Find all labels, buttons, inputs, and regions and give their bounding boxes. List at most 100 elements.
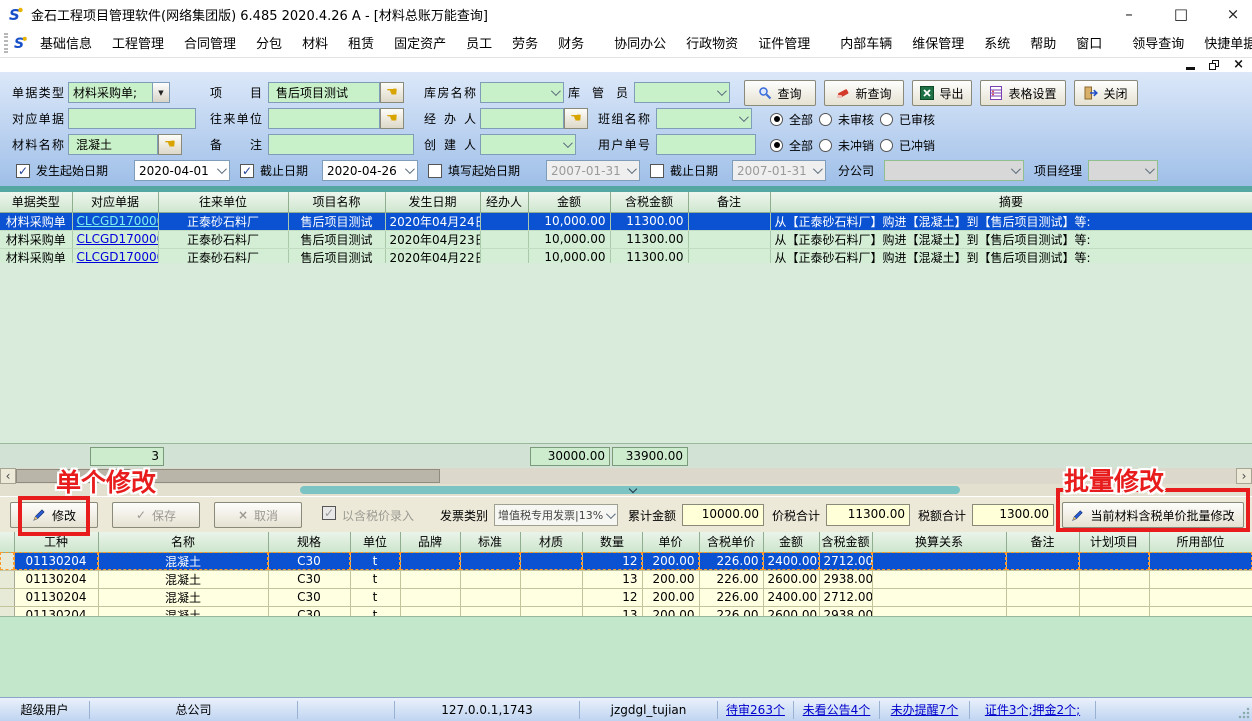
chevron-down-icon[interactable] bbox=[627, 164, 637, 174]
radio-not-writtenoff[interactable] bbox=[819, 139, 832, 152]
chevron-down-icon[interactable] bbox=[813, 164, 823, 174]
menu-item-admin-supplies[interactable]: 行政物资 bbox=[677, 29, 747, 56]
radio-writtenoff[interactable] bbox=[880, 139, 893, 152]
project-picker-button[interactable]: ☚ bbox=[380, 82, 404, 103]
fill-end-date[interactable]: 2007-01-31 bbox=[732, 160, 826, 181]
counterparty-field[interactable] bbox=[268, 108, 380, 129]
scroll-right-icon[interactable]: › bbox=[1236, 468, 1252, 484]
counterparty-input[interactable] bbox=[273, 109, 379, 128]
col-tax-amount[interactable]: 含税金额 bbox=[610, 192, 688, 212]
user-doc-no-field[interactable] bbox=[656, 134, 756, 155]
maximize-icon[interactable]: □ bbox=[1172, 5, 1190, 23]
invoice-type-select[interactable]: 增值税专用发票|13% bbox=[494, 504, 618, 526]
splitter-handle[interactable] bbox=[300, 486, 960, 494]
menu-item-lease[interactable]: 租赁 bbox=[339, 29, 383, 56]
agent-picker-button[interactable]: ☚ bbox=[564, 108, 588, 129]
close-icon[interactable]: × bbox=[1224, 5, 1242, 23]
menu-item-system[interactable]: 系统 bbox=[975, 29, 1019, 56]
close-panel-button[interactable]: 关闭 bbox=[1074, 80, 1138, 106]
occur-end-date[interactable]: 2020-04-26 bbox=[322, 160, 418, 181]
certificates-deposits-link[interactable]: 证件3个;押金2个; bbox=[985, 703, 1080, 717]
fill-start-checkbox[interactable]: ✓ bbox=[428, 164, 442, 178]
project-manager-combo[interactable] bbox=[1088, 160, 1158, 181]
doc-type-combo[interactable]: 材料采购单; ▼ bbox=[68, 82, 170, 103]
new-query-button[interactable]: 新查询 bbox=[824, 80, 904, 106]
creator-combo[interactable] bbox=[480, 134, 576, 155]
menu-item-labor[interactable]: 劳务 bbox=[503, 29, 547, 56]
warehouse-keeper-combo[interactable] bbox=[634, 82, 730, 103]
table-row[interactable]: 材料采购单 CLCGD170000213 正泰砂石料厂 售后项目测试 2020年… bbox=[0, 212, 1252, 230]
related-doc-field[interactable] bbox=[68, 108, 196, 129]
menu-item-subcontract[interactable]: 分包 bbox=[247, 29, 291, 56]
mdi-restore-icon[interactable] bbox=[1209, 60, 1219, 70]
table-row[interactable]: 01130204 混凝土 C30 t 13 200.00 226.00 2600… bbox=[0, 570, 1252, 588]
col-material[interactable]: 材质 bbox=[520, 532, 582, 552]
project-field[interactable] bbox=[268, 82, 380, 103]
branch-combo[interactable] bbox=[884, 160, 1024, 181]
col-project[interactable]: 项目名称 bbox=[288, 192, 385, 212]
menu-item-fixed-assets[interactable]: 固定资产 bbox=[385, 29, 455, 56]
chevron-down-icon[interactable] bbox=[405, 164, 415, 174]
remark-field[interactable] bbox=[268, 134, 414, 155]
menu-item-help[interactable]: 帮助 bbox=[1021, 29, 1065, 56]
menu-item-quick-docs[interactable]: 快捷单据 bbox=[1195, 29, 1252, 56]
pending-reminders-link[interactable]: 未办提醒7个 bbox=[891, 703, 959, 717]
related-doc-input[interactable] bbox=[73, 109, 195, 128]
warehouse-combo[interactable] bbox=[480, 82, 564, 103]
chevron-down-icon[interactable] bbox=[1145, 164, 1155, 174]
col-counterparty[interactable]: 往来单位 bbox=[158, 192, 288, 212]
occur-start-checkbox[interactable]: ✓ bbox=[16, 164, 30, 178]
cancel-button[interactable]: × 取消 bbox=[214, 502, 302, 528]
scroll-left-icon[interactable]: ‹ bbox=[0, 468, 16, 484]
chevron-down-icon[interactable] bbox=[217, 164, 227, 174]
col-unit[interactable]: 单位 bbox=[350, 532, 400, 552]
col-related-doc[interactable]: 对应单据 bbox=[72, 192, 158, 212]
menu-item-material[interactable]: 材料 bbox=[293, 29, 337, 56]
fill-end-checkbox[interactable]: ✓ bbox=[650, 164, 664, 178]
chevron-down-icon[interactable] bbox=[563, 138, 573, 148]
team-name-combo[interactable] bbox=[656, 108, 752, 129]
counterparty-picker-button[interactable]: ☚ bbox=[380, 108, 404, 129]
col-note[interactable]: 备注 bbox=[688, 192, 770, 212]
col-qty[interactable]: 数量 bbox=[582, 532, 642, 552]
col-doc-type[interactable]: 单据类型 bbox=[0, 192, 72, 212]
table-settings-button[interactable]: 表格设置 bbox=[980, 80, 1066, 106]
radio-audited[interactable] bbox=[880, 113, 893, 126]
material-name-input[interactable] bbox=[73, 135, 157, 154]
occur-start-date[interactable]: 2020-04-01 bbox=[134, 160, 230, 181]
mdi-minimize-icon[interactable] bbox=[1186, 61, 1195, 70]
col-date[interactable]: 发生日期 bbox=[385, 192, 480, 212]
dropdown-arrow-icon[interactable]: ▼ bbox=[152, 83, 169, 102]
col-note[interactable]: 备注 bbox=[1006, 532, 1079, 552]
menu-item-finance[interactable]: 财务 bbox=[549, 29, 593, 56]
col-price[interactable]: 单价 bbox=[642, 532, 699, 552]
unread-announcements-link[interactable]: 未看公告4个 bbox=[803, 703, 871, 717]
col-conversion[interactable]: 换算关系 bbox=[872, 532, 1006, 552]
doc-no-link[interactable]: CLCGD170000215 bbox=[77, 250, 159, 264]
project-input[interactable] bbox=[273, 83, 379, 102]
radio-unaudited[interactable] bbox=[819, 113, 832, 126]
material-name-field[interactable] bbox=[68, 134, 158, 155]
col-summary[interactable]: 摘要 bbox=[770, 192, 1252, 212]
material-picker-button[interactable]: ☚ bbox=[158, 134, 182, 155]
agent-input[interactable] bbox=[485, 109, 563, 128]
pending-audit-link[interactable]: 待审263个 bbox=[726, 703, 785, 717]
col-used-part[interactable]: 所用部位 bbox=[1149, 532, 1252, 552]
menu-item-internal-vehicles[interactable]: 内部车辆 bbox=[831, 29, 901, 56]
chevron-down-icon[interactable] bbox=[739, 112, 749, 122]
tax-price-entry-checkbox[interactable]: ✓ bbox=[322, 506, 336, 520]
chevron-down-icon[interactable] bbox=[551, 86, 561, 96]
menu-item-certificate-mgmt[interactable]: 证件管理 bbox=[749, 29, 819, 56]
chevron-down-icon[interactable] bbox=[606, 509, 616, 519]
chevron-down-icon[interactable] bbox=[717, 86, 727, 96]
cumulative-amount-input[interactable]: 10000.00 bbox=[682, 504, 764, 526]
doc-no-link[interactable]: CLCGD170000213 bbox=[77, 214, 159, 228]
col-tax-price[interactable]: 含税单价 bbox=[699, 532, 763, 552]
menu-item-contract-mgmt[interactable]: 合同管理 bbox=[175, 29, 245, 56]
col-name[interactable]: 名称 bbox=[98, 532, 268, 552]
mdi-close-icon[interactable]: × bbox=[1233, 60, 1244, 70]
price-tax-total-input[interactable]: 11300.00 bbox=[826, 504, 910, 526]
radio-all[interactable] bbox=[770, 113, 783, 126]
tax-total-input[interactable]: 1300.00 bbox=[972, 504, 1054, 526]
menu-item-window[interactable]: 窗口 bbox=[1067, 29, 1111, 56]
